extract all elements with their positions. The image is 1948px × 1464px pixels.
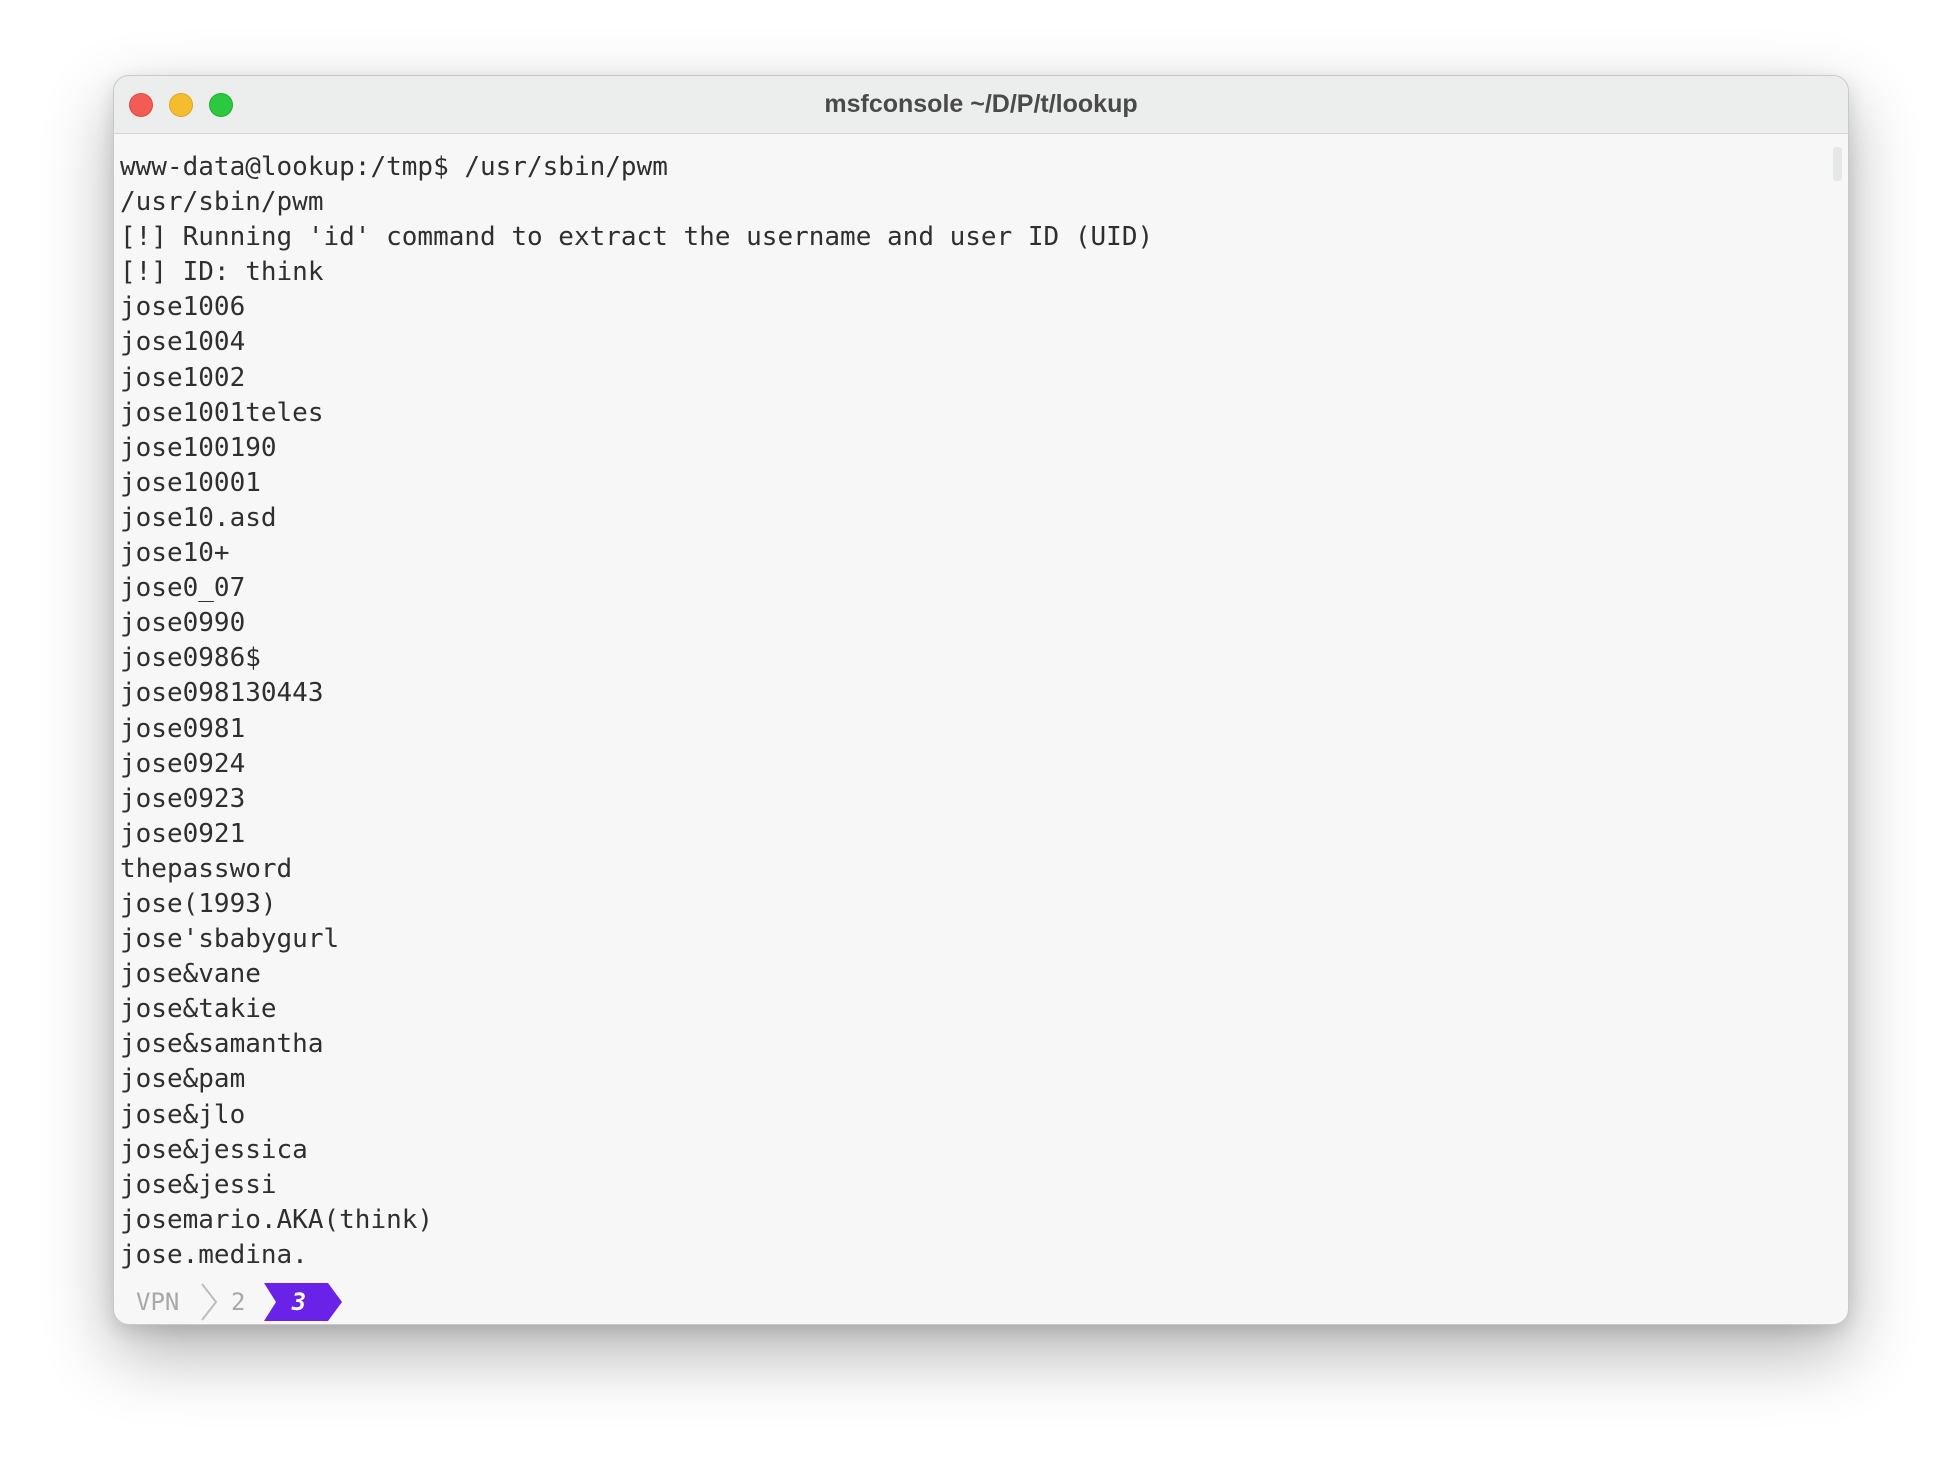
terminal-line: jose098130443 (120, 678, 324, 709)
chevron-right-icon (201, 1283, 218, 1321)
terminal-line: jose.medina. (120, 1239, 308, 1270)
terminal-line: jose&pam (120, 1064, 246, 1095)
terminal-line: [!] ID: think (120, 257, 324, 288)
window-title: msfconsole ~/D/P/t/lookup (824, 90, 1138, 118)
terminal-line: jose1006 (120, 292, 246, 323)
terminal-line: jose&vane (120, 959, 261, 990)
terminal-line: thepassword (120, 853, 293, 884)
terminal-line: jose&samantha (120, 1029, 324, 1060)
status-segment-vpn[interactable]: VPN (136, 1280, 179, 1324)
title-bar[interactable]: msfconsole ~/D/P/t/lookup (114, 76, 1848, 134)
status-segment-window-3-label: 3 (291, 1288, 307, 1316)
terminal-line: jose0_07 (120, 573, 246, 604)
terminal-line: jose1004 (120, 327, 246, 358)
terminal-line: jose&jessi (120, 1169, 277, 1200)
terminal-line: jose0921 (120, 818, 246, 849)
status-segment-window-2[interactable]: 2 (231, 1280, 245, 1324)
terminal-line: jose&takie (120, 994, 277, 1025)
terminal-line: [!] Running 'id' command to extract the … (120, 222, 1154, 253)
terminal-line: jose0981 (120, 713, 246, 744)
terminal-line: jose&jlo (120, 1099, 246, 1130)
terminal-line: jose(1993) (120, 888, 277, 919)
terminal-line: jose0923 (120, 783, 246, 814)
terminal-line: jose100190 (120, 432, 277, 463)
terminal-line: jose10.asd (120, 502, 277, 533)
terminal-line: jose1001teles (120, 397, 324, 428)
terminal-line: jose'sbabygurl (120, 924, 340, 955)
terminal-line: www-data@lookup:/tmp$ /usr/sbin/pwm (120, 152, 668, 182)
terminal-line: jose0986$ (120, 643, 261, 674)
terminal-line: josemario.AKA(think) (120, 1204, 434, 1235)
terminal-output[interactable]: www-data@lookup:/tmp$ /usr/sbin/pwm/usr/… (120, 150, 1824, 1273)
scrollbar[interactable] (1833, 147, 1842, 181)
terminal-window: msfconsole ~/D/P/t/lookup www-data@looku… (113, 75, 1849, 1325)
terminal-line: jose0990 (120, 608, 246, 639)
terminal-line: /usr/sbin/pwm (120, 187, 324, 218)
terminal-line: jose0924 (120, 748, 246, 779)
tmux-status-bar: VPN 2 3 (114, 1280, 1848, 1324)
terminal-line: jose10001 (120, 467, 261, 498)
terminal-line: jose1002 (120, 362, 246, 393)
terminal-line: jose&jessica (120, 1134, 308, 1165)
terminal-line: jose10+ (120, 538, 230, 569)
